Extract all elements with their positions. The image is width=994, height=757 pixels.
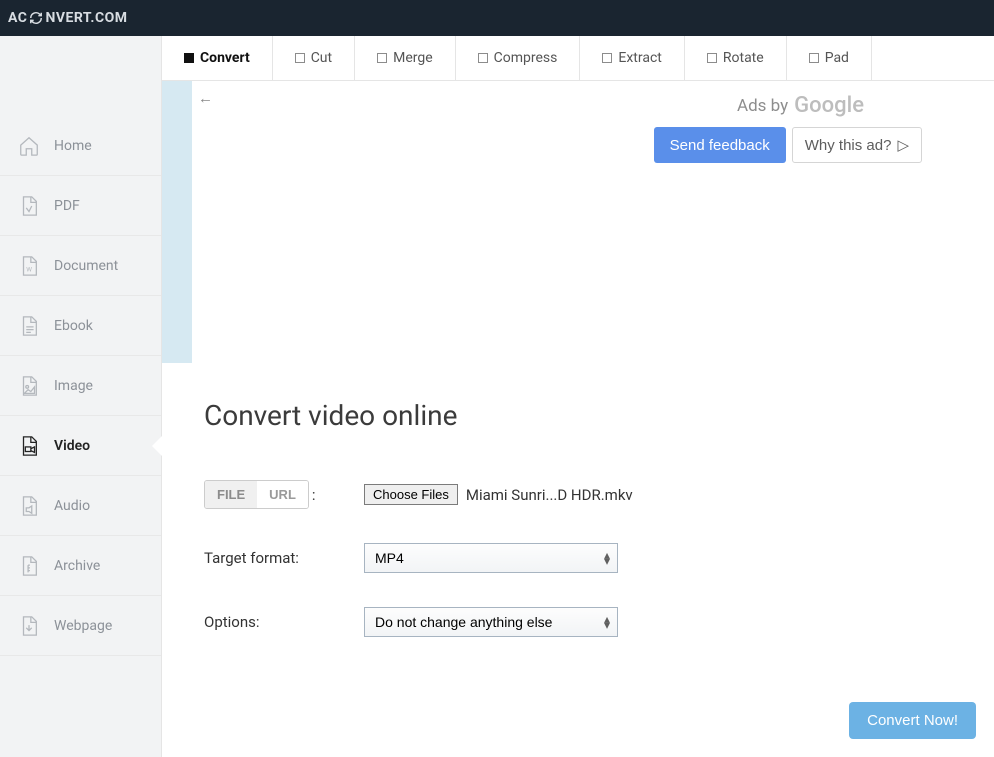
why-ad-label: Why this ad? — [805, 137, 892, 154]
square-icon — [295, 53, 305, 63]
audio-file-icon — [18, 495, 40, 517]
tab-label: Cut — [311, 50, 332, 66]
tab-label: Convert — [200, 50, 250, 66]
colon-label: : — [312, 486, 316, 504]
app-header: AC NVERT.COM — [0, 0, 994, 36]
home-icon — [18, 135, 40, 157]
target-format-label: Target format: — [204, 549, 364, 567]
webpage-file-icon — [18, 615, 40, 637]
tab-pad[interactable]: Pad — [787, 36, 872, 80]
ad-zone: ← Ads by Google Send feedback Why this a… — [162, 81, 994, 363]
send-feedback-button[interactable]: Send feedback — [654, 127, 786, 163]
square-icon — [478, 53, 488, 63]
square-icon — [809, 53, 819, 63]
square-icon — [184, 53, 194, 63]
target-format-select[interactable]: MP4 — [364, 543, 618, 573]
sidebar-item-label: Archive — [54, 558, 100, 574]
sidebar-item-label: PDF — [54, 198, 80, 214]
target-format-row: Target format: MP4 ▴▾ — [204, 543, 952, 573]
content-area: Convert video online FILE URL : Choose F… — [162, 363, 994, 757]
tool-tabs: Convert Cut Merge Compress Extract Rotat… — [162, 36, 994, 81]
source-file-button[interactable]: FILE — [205, 481, 257, 508]
source-toggle: FILE URL — [204, 480, 309, 509]
sidebar-item-video[interactable]: Video — [0, 416, 161, 476]
square-icon — [377, 53, 387, 63]
sidebar-item-audio[interactable]: Audio — [0, 476, 161, 536]
sidebar-item-document[interactable]: W Document — [0, 236, 161, 296]
refresh-icon — [29, 11, 43, 25]
site-logo[interactable]: AC NVERT.COM — [8, 10, 128, 26]
ad-strip — [162, 81, 192, 363]
sidebar-item-image[interactable]: Image — [0, 356, 161, 416]
tab-label: Extract — [618, 50, 661, 66]
sidebar-item-ebook[interactable]: Ebook — [0, 296, 161, 356]
convert-now-button[interactable]: Convert Now! — [849, 702, 976, 739]
sidebar-item-label: Home — [54, 138, 92, 154]
archive-file-icon — [18, 555, 40, 577]
why-this-ad-button[interactable]: Why this ad? ▷ — [792, 127, 922, 163]
sidebar: Home PDF W Document Ebook Image Video Au… — [0, 36, 162, 757]
main-content: Convert Cut Merge Compress Extract Rotat… — [162, 36, 994, 757]
tab-label: Rotate — [723, 50, 764, 66]
logo-text-pre: AC — [8, 10, 27, 26]
tab-compress[interactable]: Compress — [456, 36, 581, 80]
image-file-icon — [18, 375, 40, 397]
options-label: Options: — [204, 613, 364, 631]
ebook-file-icon — [18, 315, 40, 337]
sidebar-item-label: Image — [54, 378, 93, 394]
selected-file-name: Miami Sunri...D HDR.mkv — [466, 486, 633, 504]
ads-by-text: Ads by — [737, 96, 788, 116]
tab-label: Merge — [393, 50, 433, 66]
page-title: Convert video online — [204, 399, 952, 432]
sidebar-item-label: Webpage — [54, 618, 112, 634]
sidebar-item-pdf[interactable]: PDF — [0, 176, 161, 236]
square-icon — [707, 53, 717, 63]
pdf-file-icon — [18, 195, 40, 217]
source-url-button[interactable]: URL — [257, 481, 308, 508]
svg-text:W: W — [26, 265, 32, 273]
tab-label: Compress — [494, 50, 558, 66]
tab-convert[interactable]: Convert — [162, 36, 273, 80]
ad-back-arrow[interactable]: ← — [198, 89, 213, 107]
options-select[interactable]: Do not change anything else — [364, 607, 618, 637]
logo-text-post: NVERT.COM — [45, 10, 127, 26]
google-logo: Google — [794, 93, 864, 118]
tab-rotate[interactable]: Rotate — [685, 36, 787, 80]
square-icon — [602, 53, 612, 63]
sidebar-item-label: Video — [54, 438, 90, 454]
ads-by-label: Ads by Google — [737, 93, 864, 118]
play-icon: ▷ — [897, 136, 909, 154]
choose-files-button[interactable]: Choose Files — [364, 484, 458, 505]
document-file-icon: W — [18, 255, 40, 277]
tab-label: Pad — [825, 50, 849, 66]
source-row: FILE URL : Choose Files Miami Sunri...D … — [204, 480, 952, 509]
tab-merge[interactable]: Merge — [355, 36, 456, 80]
sidebar-item-label: Audio — [54, 498, 90, 514]
sidebar-item-label: Document — [54, 258, 118, 274]
tab-cut[interactable]: Cut — [273, 36, 355, 80]
sidebar-item-label: Ebook — [54, 318, 93, 334]
sidebar-item-webpage[interactable]: Webpage — [0, 596, 161, 656]
options-row: Options: Do not change anything else ▴▾ — [204, 607, 952, 637]
video-file-icon — [18, 435, 40, 457]
tab-extract[interactable]: Extract — [580, 36, 684, 80]
sidebar-item-archive[interactable]: Archive — [0, 536, 161, 596]
sidebar-item-home[interactable]: Home — [0, 116, 161, 176]
